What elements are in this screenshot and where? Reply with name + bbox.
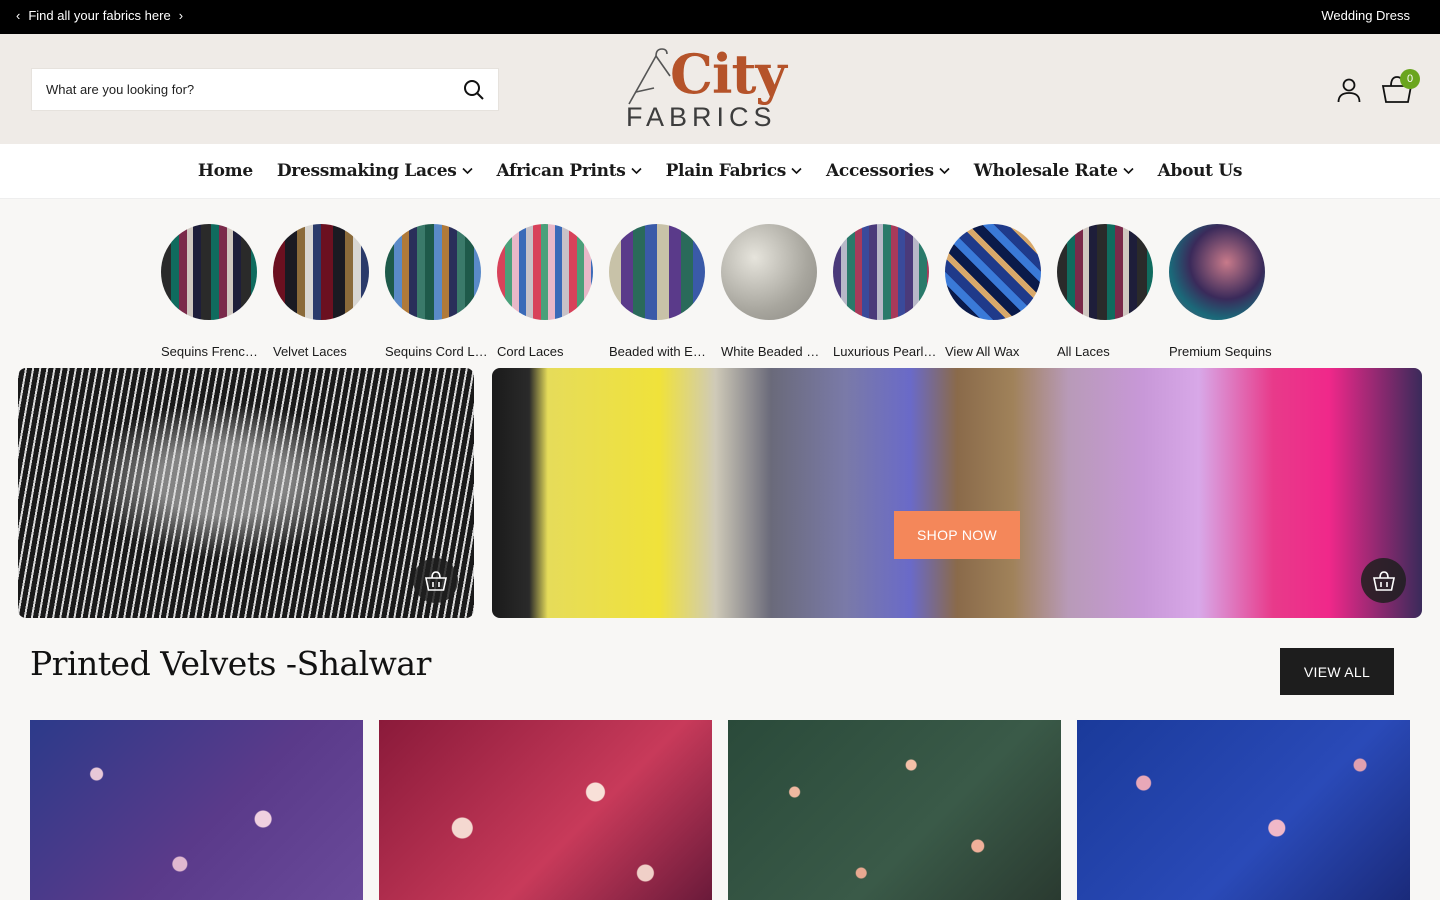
category-label: Premium Sequins: [1169, 344, 1272, 359]
product-card[interactable]: [1077, 720, 1410, 900]
wedding-dress-link[interactable]: Wedding Dress: [1321, 8, 1410, 23]
shop-now-button[interactable]: SHOP NOW: [894, 511, 1020, 559]
category-label: White Beaded Laces: [721, 344, 825, 359]
category-item[interactable]: Sequins Cord Laces: [385, 224, 489, 359]
search-box: [31, 68, 499, 111]
category-image: [609, 224, 705, 320]
category-label: Luxurious Pearl Laces: [833, 344, 937, 359]
nav-home[interactable]: Home: [198, 161, 253, 181]
nav-label: Dressmaking Laces: [276, 161, 457, 181]
site-header: City FABRICS 0: [0, 34, 1440, 144]
category-image: [1169, 224, 1265, 320]
nav-label: About Us: [1157, 161, 1243, 181]
category-image: [161, 224, 257, 320]
nav-dressmaking-laces[interactable]: Dressmaking Laces: [277, 161, 473, 181]
nav-label: Home: [197, 161, 253, 181]
category-item[interactable]: Velvet Laces: [273, 224, 369, 359]
nav-about-us[interactable]: About Us: [1158, 161, 1243, 181]
cart-count-badge: 0: [1400, 69, 1420, 89]
product-card[interactable]: [30, 720, 363, 900]
category-item[interactable]: Luxurious Pearl Laces: [833, 224, 937, 359]
announcement-slider: ‹ Find all your fabrics here ›: [16, 8, 183, 23]
nav-label: Wholesale Rate: [973, 161, 1118, 181]
category-image: [945, 224, 1041, 320]
category-item[interactable]: Beaded with Embroidery: [609, 224, 713, 359]
search-icon[interactable]: [462, 78, 486, 102]
quick-shop-button[interactable]: [413, 558, 458, 603]
account-icon[interactable]: [1336, 77, 1362, 103]
chevron-down-icon: [791, 167, 802, 175]
announcement-text[interactable]: Find all your fabrics here: [28, 8, 170, 23]
chevron-down-icon: [1123, 167, 1134, 175]
section-title: Printed Velvets -Shalwar: [30, 644, 431, 683]
category-label: Sequins Cord Laces: [385, 344, 489, 359]
category-item[interactable]: All Laces: [1057, 224, 1153, 359]
prev-announcement-button[interactable]: ‹: [16, 8, 20, 23]
shopping-bag-icon: [424, 570, 447, 591]
quick-shop-button[interactable]: [1361, 558, 1406, 603]
category-carousel: Sequins French Laces Velvet Laces Sequin…: [161, 224, 1272, 359]
logo-city-text: City: [670, 42, 787, 106]
category-item[interactable]: White Beaded Laces: [721, 224, 825, 359]
category-image: [273, 224, 369, 320]
nav-wholesale-rate[interactable]: Wholesale Rate: [974, 161, 1134, 181]
chevron-down-icon: [939, 167, 950, 175]
nav-accessories[interactable]: Accessories: [826, 161, 950, 181]
category-label: Beaded with Embroidery: [609, 344, 713, 359]
announcement-bar: ‹ Find all your fabrics here › Wedding D…: [0, 0, 1440, 34]
category-item[interactable]: View All Wax: [945, 224, 1041, 359]
category-item[interactable]: Cord Laces: [497, 224, 593, 359]
site-logo[interactable]: City FABRICS: [622, 42, 818, 136]
product-card[interactable]: [379, 720, 712, 900]
promo-banner-beaded[interactable]: [18, 368, 474, 618]
category-item[interactable]: Premium Sequins: [1169, 224, 1272, 359]
nav-african-prints[interactable]: African Prints: [497, 161, 642, 181]
main-navigation: Home Dressmaking Laces African Prints Pl…: [0, 144, 1440, 199]
chevron-down-icon: [630, 167, 642, 175]
category-label: Velvet Laces: [273, 344, 347, 359]
category-label: All Laces: [1057, 344, 1110, 359]
logo-fabrics-text: FABRICS: [626, 102, 777, 132]
nav-label: African Prints: [496, 161, 626, 181]
nav-plain-fabrics[interactable]: Plain Fabrics: [666, 161, 802, 181]
category-image: [1057, 224, 1153, 320]
category-image: [497, 224, 593, 320]
category-image: [721, 224, 817, 320]
next-announcement-button[interactable]: ›: [179, 8, 183, 23]
shopping-bag-icon: [1372, 570, 1395, 591]
category-label: Sequins French Laces: [161, 344, 265, 359]
category-label: View All Wax: [945, 344, 1020, 359]
promo-banner-feathers[interactable]: SHOP NOW: [492, 368, 1422, 618]
category-image: [833, 224, 929, 320]
view-all-button[interactable]: VIEW ALL: [1280, 648, 1394, 695]
chevron-down-icon: [461, 167, 473, 175]
nav-label: Plain Fabrics: [665, 161, 787, 181]
nav-label: Accessories: [826, 161, 934, 181]
category-item[interactable]: Sequins French Laces: [161, 224, 265, 359]
search-input[interactable]: [32, 69, 452, 110]
product-grid: [30, 720, 1410, 900]
category-image: [385, 224, 481, 320]
product-card[interactable]: [728, 720, 1061, 900]
category-label: Cord Laces: [497, 344, 564, 359]
